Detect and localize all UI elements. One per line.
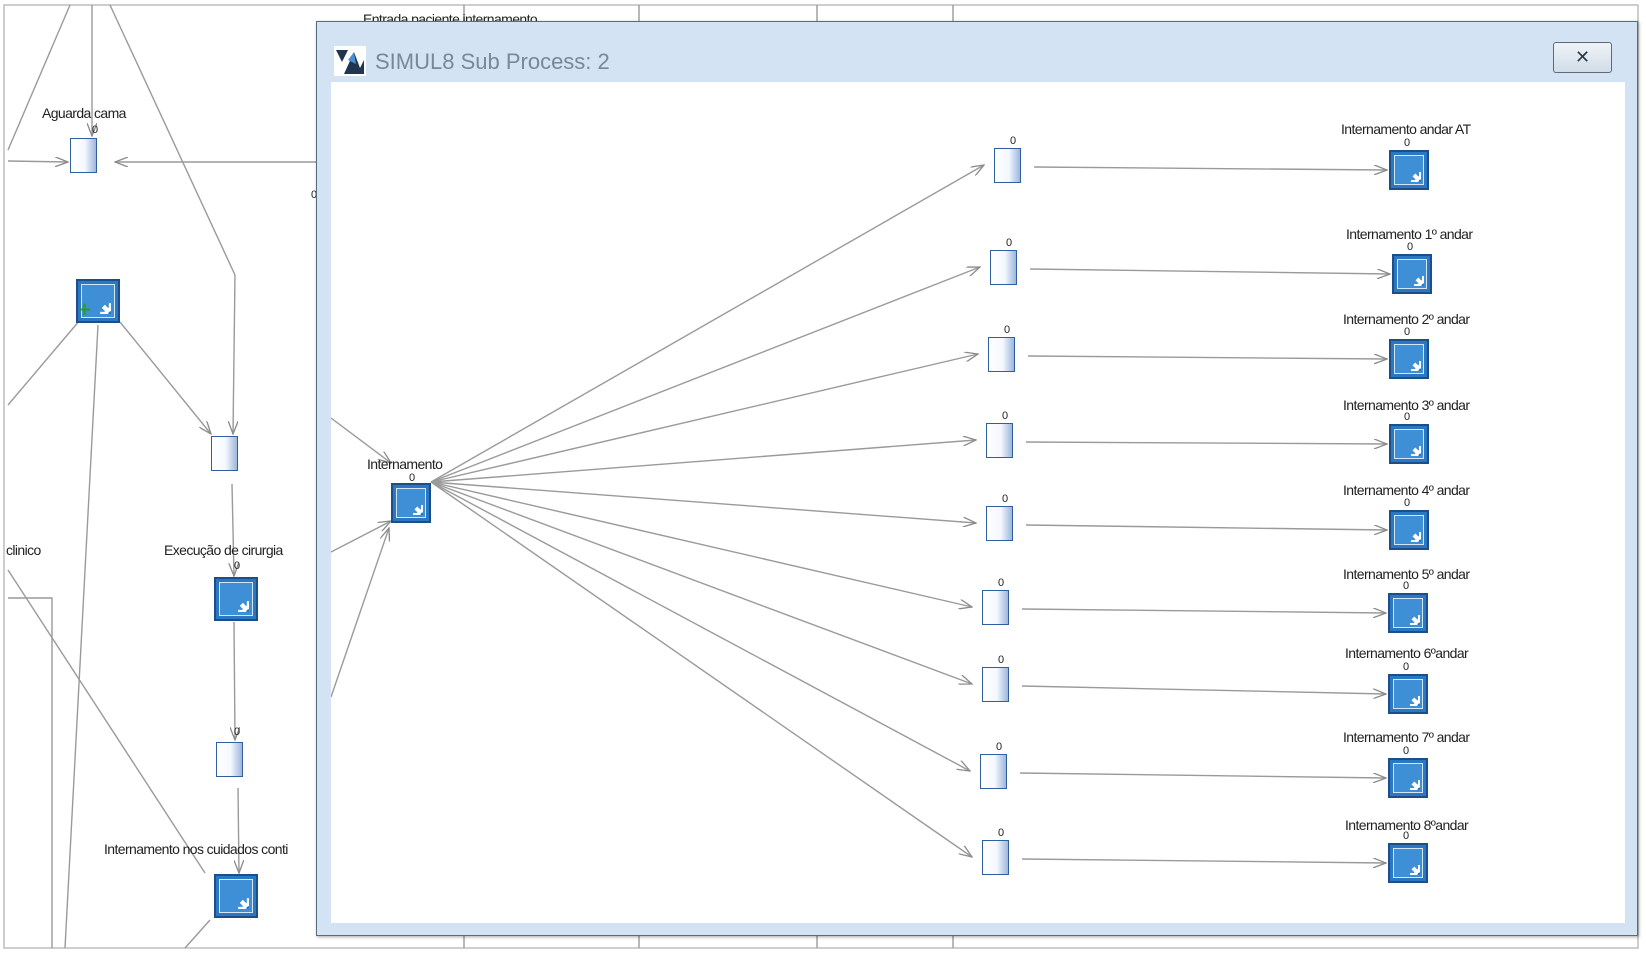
floor-activity-5[interactable] — [1388, 593, 1428, 633]
plus-icon: + — [77, 299, 93, 320]
floor-queue-0[interactable] — [994, 148, 1021, 183]
gear-icon — [399, 491, 423, 515]
connector-queue-to-activity — [1027, 356, 1387, 359]
connector-queue-to-activity — [1025, 524, 1387, 530]
floor-activity-label: Internamento 3º andar — [1343, 397, 1470, 413]
floor-activity-2[interactable] — [1389, 339, 1429, 379]
queue-count: 0 — [1002, 493, 1009, 505]
connector-source-to-queue — [430, 267, 980, 483]
floor-activity-label: Internamento 2º andar — [1343, 311, 1470, 327]
connector-source-to-queue — [430, 481, 976, 523]
aguarda-cama-label: Aguarda cama — [42, 105, 126, 121]
floor-queue-3[interactable] — [986, 423, 1013, 458]
execucao-cirurgia-count: 0 — [234, 560, 241, 572]
window-titlebar[interactable]: SIMUL8 Sub Process: 2 ✕ — [317, 22, 1637, 82]
floor-activity-6[interactable] — [1388, 674, 1428, 714]
connector-queue-to-activity — [1021, 609, 1386, 613]
floor-activity-count: 0 — [1404, 326, 1411, 338]
bg-queue-count: 0 — [234, 726, 241, 738]
floor-activity-count: 0 — [1403, 830, 1410, 842]
queue-count: 0 — [996, 741, 1003, 753]
gear-icon — [1397, 158, 1421, 182]
floor-activity-label: Internamento 4º andar — [1343, 482, 1470, 498]
connector-source-to-queue — [430, 481, 970, 771]
connector-source-to-queue — [430, 481, 972, 684]
gear-icon — [223, 883, 249, 909]
internamento-cuidados-label: Internamento nos cuidados conti — [104, 841, 288, 857]
floor-activity-8[interactable] — [1388, 843, 1428, 883]
floor-activity-count: 0 — [1407, 241, 1414, 253]
floor-activity-label: Internamento 7º andar — [1343, 729, 1470, 745]
floor-queue-1[interactable] — [990, 250, 1017, 285]
floor-activity-count: 0 — [1403, 580, 1410, 592]
floor-activity-1[interactable] — [1392, 254, 1432, 294]
connector-queue-to-activity — [1025, 442, 1387, 444]
floor-activity-label: Internamento 1º andar — [1346, 226, 1473, 242]
aguarda-cama-count: 0 — [92, 124, 99, 136]
clinico-label: clinico — [6, 542, 41, 558]
floor-queue-4[interactable] — [986, 506, 1013, 541]
connector-source-to-queue — [430, 481, 972, 607]
floor-activity-label: Internamento 5º andar — [1343, 566, 1470, 582]
queue-count: 0 — [1010, 135, 1017, 147]
queue-count: 0 — [998, 577, 1005, 589]
subprocess-window[interactable]: SIMUL8 Sub Process: 2 ✕ Internamento 0 0… — [316, 21, 1638, 936]
floor-activity-label: Internamento andar AT — [1341, 121, 1471, 137]
floor-queue-5[interactable] — [982, 590, 1009, 625]
gear-icon — [1396, 682, 1420, 706]
floor-activity-count: 0 — [1404, 137, 1411, 149]
gear-icon — [1396, 766, 1420, 790]
connector-source-to-queue — [430, 440, 976, 483]
subprocess-canvas[interactable]: Internamento 0 0 Internamento andar AT 0 0 I… — [331, 82, 1625, 923]
connector-queue-to-activity — [1033, 167, 1387, 170]
queue-count: 0 — [1002, 410, 1009, 422]
floor-queue-8[interactable] — [982, 840, 1009, 875]
subprocess-connectors — [331, 82, 1625, 923]
gear-icon — [223, 586, 249, 612]
internamento-cuidados-activity[interactable] — [214, 874, 258, 918]
aguarda-cama-queue[interactable] — [70, 138, 97, 173]
floor-activity-0[interactable] — [1389, 150, 1429, 190]
simul8-logo-icon — [334, 46, 366, 76]
floor-activity-count: 0 — [1404, 411, 1411, 423]
internamento-activity[interactable] — [391, 483, 431, 523]
execucao-cirurgia-label: Execução de cirurgia — [164, 542, 283, 558]
gear-icon — [1397, 347, 1421, 371]
gear-icon — [1396, 601, 1420, 625]
internamento-label: Internamento — [367, 456, 443, 472]
bg-queue-middle[interactable] — [211, 436, 238, 471]
connector-source-to-queue — [430, 165, 984, 483]
gear-icon — [1397, 432, 1421, 456]
floor-queue-7[interactable] — [980, 754, 1007, 789]
queue-count: 0 — [1006, 237, 1013, 249]
connector-queue-to-activity — [1021, 859, 1386, 863]
execucao-cirurgia-activity[interactable] — [214, 577, 258, 621]
floor-activity-label: Internamento 6ºandar — [1345, 645, 1469, 661]
floor-activity-4[interactable] — [1389, 510, 1429, 550]
floor-activity-count: 0 — [1403, 745, 1410, 757]
window-title: SIMUL8 Sub Process: 2 — [375, 49, 610, 74]
close-button[interactable]: ✕ — [1553, 42, 1612, 73]
queue-count: 0 — [998, 827, 1005, 839]
gear-icon — [1396, 851, 1420, 875]
floor-activity-7[interactable] — [1388, 758, 1428, 798]
connector-source-to-queue — [430, 481, 972, 857]
gear-icon — [1400, 262, 1424, 286]
connector-queue-to-activity — [1029, 268, 1390, 274]
floor-queue-6[interactable] — [982, 667, 1009, 702]
connector-queue-to-activity — [1021, 685, 1386, 694]
floor-activity-3[interactable] — [1389, 424, 1429, 464]
queue-count: 0 — [998, 654, 1005, 666]
queue-count: 0 — [1004, 324, 1011, 336]
bg-queue-lower[interactable] — [216, 742, 243, 777]
connector-queue-to-activity — [1019, 772, 1386, 778]
close-icon: ✕ — [1574, 47, 1591, 68]
floor-activity-count: 0 — [1403, 661, 1410, 673]
connector-source-to-queue — [430, 354, 978, 483]
floor-queue-2[interactable] — [988, 337, 1015, 372]
gear-icon — [1397, 518, 1421, 542]
floor-activity-count: 0 — [1404, 497, 1411, 509]
